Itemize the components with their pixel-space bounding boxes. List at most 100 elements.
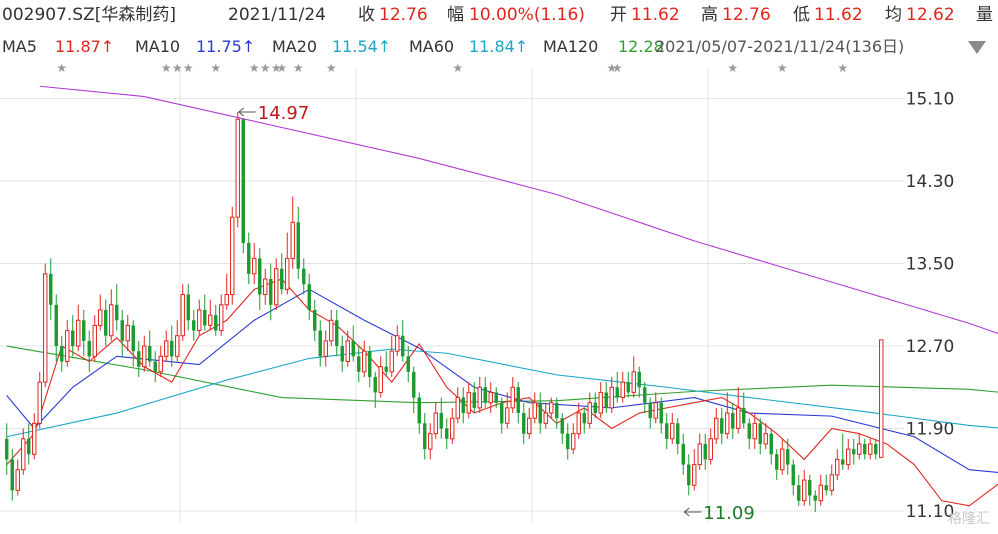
candle-body xyxy=(32,422,37,455)
candle-body xyxy=(345,340,350,362)
candle xyxy=(263,268,268,305)
candle-body xyxy=(841,459,845,465)
candle xyxy=(813,490,817,512)
candle-body xyxy=(488,391,493,404)
candle xyxy=(775,449,779,481)
candle-body xyxy=(582,413,586,424)
candle xyxy=(71,315,75,357)
candle-body xyxy=(543,412,548,424)
candle-body xyxy=(378,366,383,393)
candle-body xyxy=(323,340,328,357)
candle-body xyxy=(802,479,807,502)
candle xyxy=(389,335,394,377)
range-text: 2021/05/07-2021/11/24(136日) xyxy=(655,37,905,56)
candle xyxy=(285,232,290,295)
candle xyxy=(786,438,790,475)
candle-body xyxy=(137,351,141,367)
candle xyxy=(505,392,510,429)
volume-label: 量 xyxy=(976,5,993,25)
candle xyxy=(643,382,647,414)
candle-body xyxy=(87,340,91,357)
candle xyxy=(340,335,344,372)
close-label: 收 xyxy=(358,5,375,25)
candle xyxy=(49,258,53,321)
candle xyxy=(742,392,746,429)
change-value: 10.00%(1.16) xyxy=(469,5,585,25)
candle-body xyxy=(852,449,856,455)
candle-body xyxy=(455,397,460,419)
candle-body xyxy=(208,314,213,326)
candle xyxy=(758,418,762,455)
candle-body xyxy=(631,371,636,393)
candle xyxy=(87,330,91,372)
candle-body xyxy=(576,412,581,435)
candle-body xyxy=(665,423,669,439)
candle xyxy=(510,376,515,414)
candle xyxy=(15,459,20,496)
candle xyxy=(455,387,460,424)
candle xyxy=(21,428,26,475)
candle-body xyxy=(549,402,554,414)
candle xyxy=(290,196,295,269)
candle xyxy=(109,289,114,341)
candle-body xyxy=(235,118,240,218)
candle-body xyxy=(417,397,421,424)
candle-body xyxy=(263,278,268,295)
event-star-icon: ★ xyxy=(452,61,463,75)
close-value: 12.76 xyxy=(379,5,428,25)
candle-body xyxy=(720,418,724,434)
candle xyxy=(609,376,614,414)
candle xyxy=(373,371,377,408)
candle xyxy=(115,284,119,331)
candle xyxy=(780,438,785,475)
candle-body xyxy=(307,284,311,310)
candle xyxy=(681,433,685,475)
event-star-icon: ★ xyxy=(276,61,287,75)
candle-body xyxy=(659,402,663,424)
candle-body xyxy=(532,402,537,419)
event-star-icon: ★ xyxy=(293,61,304,75)
candle xyxy=(450,407,455,444)
candle xyxy=(582,407,586,434)
candle xyxy=(676,418,680,455)
avg-value: 12.62 xyxy=(906,5,955,25)
candle xyxy=(384,351,388,377)
candle-body xyxy=(274,268,279,306)
triangle-down-icon[interactable] xyxy=(966,34,988,60)
candle-body xyxy=(763,433,768,445)
candle-body xyxy=(797,485,801,501)
candle xyxy=(522,402,526,444)
event-star-icon: ★ xyxy=(837,61,848,75)
candle-body xyxy=(808,480,812,496)
event-markers: ★ ★ ★ ★ ★ ★ ★ ★★ ★ ★ ★ ★★ ★ ★ ★ xyxy=(56,61,848,75)
candle-body xyxy=(423,423,427,450)
candle-body xyxy=(758,423,762,444)
candle xyxy=(555,397,559,429)
candle xyxy=(98,294,103,331)
candle xyxy=(192,309,196,341)
candle xyxy=(543,402,548,429)
candle xyxy=(104,299,108,347)
candle-body xyxy=(148,346,152,362)
candle-body xyxy=(21,438,26,471)
candle-body xyxy=(192,320,196,331)
ma20-label: MA20 xyxy=(272,37,318,56)
candle xyxy=(527,407,532,439)
candle xyxy=(670,413,675,444)
candle-body xyxy=(373,376,377,393)
candle-body xyxy=(731,413,735,429)
event-star-icon: ★ xyxy=(612,61,623,75)
candle-body xyxy=(780,448,785,471)
candle xyxy=(445,418,449,450)
candle-body xyxy=(180,293,185,337)
candle xyxy=(576,402,581,439)
candle-body xyxy=(428,433,433,450)
candle-body xyxy=(104,309,108,336)
ma60-label: MA60 xyxy=(409,37,455,56)
candle-body xyxy=(170,340,174,357)
candle-body xyxy=(609,386,614,409)
candle-body xyxy=(49,273,53,305)
candle-body xyxy=(219,304,224,332)
candle xyxy=(318,320,322,367)
candle-body xyxy=(368,351,372,377)
